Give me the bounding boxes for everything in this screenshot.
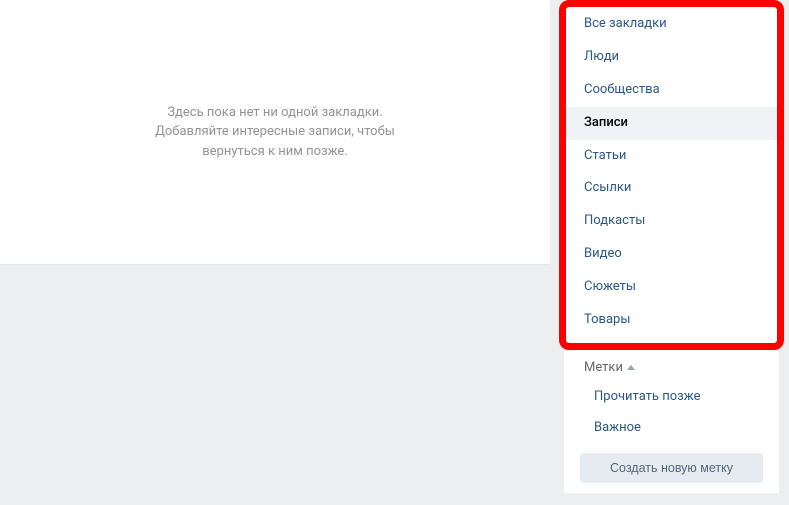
sidebar-item-communities[interactable]: Сообщества xyxy=(564,74,779,107)
sidebar-item-posts[interactable]: Записи xyxy=(564,107,779,140)
sidebar-item-goods[interactable]: Товары xyxy=(564,304,779,337)
chevron-up-icon xyxy=(627,365,635,370)
sidebar-item-video[interactable]: Видео xyxy=(564,238,779,271)
sidebar-item-podcasts[interactable]: Подкасты xyxy=(564,205,779,238)
empty-line-1: Здесь пока нет ни одной закладки. xyxy=(155,103,395,123)
sidebar-item-stories[interactable]: Сюжеты xyxy=(564,271,779,304)
create-tag-button[interactable]: Создать новую метку xyxy=(580,453,763,483)
sidebar: Все закладки Люди Сообщества Записи Стат… xyxy=(564,0,779,493)
empty-line-2: Добавляйте интересные записи, чтобы xyxy=(155,122,395,142)
tags-header-label: Метки xyxy=(584,360,623,375)
main-content: Здесь пока нет ни одной закладки. Добавл… xyxy=(0,0,550,265)
sidebar-item-all-bookmarks[interactable]: Все закладки xyxy=(564,8,779,41)
tag-read-later[interactable]: Прочитать позже xyxy=(564,381,779,412)
empty-state-text: Здесь пока нет ни одной закладки. Добавл… xyxy=(155,103,395,162)
tags-section-header[interactable]: Метки xyxy=(564,349,779,381)
tag-important[interactable]: Важное xyxy=(564,412,779,443)
sidebar-item-articles[interactable]: Статьи xyxy=(564,140,779,173)
sidebar-item-links[interactable]: Ссылки xyxy=(564,172,779,205)
sidebar-item-people[interactable]: Люди xyxy=(564,41,779,74)
bookmark-categories: Все закладки Люди Сообщества Записи Стат… xyxy=(564,0,779,345)
empty-line-3: вернуться к ним позже. xyxy=(155,142,395,162)
